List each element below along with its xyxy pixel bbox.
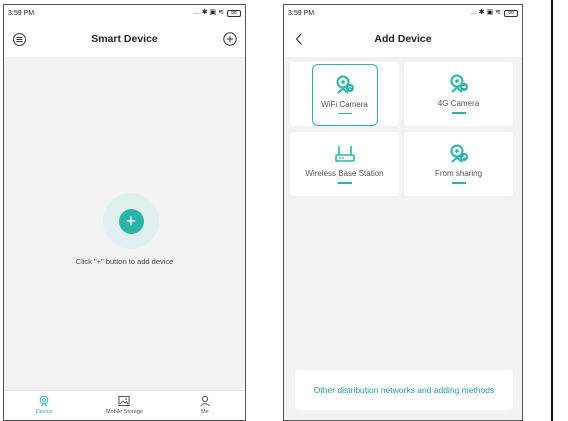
option-underline bbox=[451, 112, 466, 114]
header-bar: Smart Device bbox=[4, 21, 245, 57]
device-list-empty: + Click "+" button to add device bbox=[4, 57, 245, 390]
status-icons: ... ✱ ▣ ≋ 88 bbox=[471, 9, 518, 17]
page-title: Add Device bbox=[374, 33, 432, 45]
base-station-icon bbox=[334, 146, 355, 163]
battery-icon: 88 bbox=[504, 9, 518, 17]
option-underline bbox=[337, 112, 352, 115]
option-4g-camera[interactable]: 4G Camera bbox=[404, 62, 513, 126]
share-camera-icon bbox=[450, 144, 468, 163]
page-title: Smart Device bbox=[91, 33, 158, 45]
tab-mobile-storage[interactable]: Mobile Storage bbox=[94, 395, 154, 415]
person-icon bbox=[199, 395, 210, 407]
device-type-grid: WiFi Camera 4G Camera Wireless Base Stat… bbox=[290, 62, 518, 196]
status-indicators: ... ✱ ▣ ≋ bbox=[193, 9, 224, 16]
chevron-left-icon[interactable] bbox=[290, 30, 308, 48]
add-device-button[interactable]: + bbox=[118, 208, 144, 234]
tab-label: Mobile Storage bbox=[105, 409, 143, 415]
status-time: 3:59 PM bbox=[288, 9, 315, 17]
status-time: 3:59 PM bbox=[8, 9, 35, 17]
option-label: 4G Camera bbox=[437, 99, 480, 109]
other-methods-link[interactable]: Other distribution networks and adding m… bbox=[295, 370, 513, 410]
option-wireless-base-station[interactable]: Wireless Base Station bbox=[290, 132, 399, 196]
image-icon bbox=[118, 396, 130, 406]
bottom-tab-bar: Device Mobile Storage Me bbox=[4, 390, 245, 420]
option-wifi-camera-wrap: WiFi Camera bbox=[290, 62, 399, 126]
tab-device[interactable]: Device bbox=[14, 395, 74, 415]
status-icons: ... ✱ ▣ ≋ 88 bbox=[194, 9, 241, 17]
status-bar: 3:59 PM ... ✱ ▣ ≋ 88 bbox=[4, 5, 245, 21]
plus-circle-icon[interactable] bbox=[221, 30, 239, 48]
header-bar: Add Device bbox=[284, 21, 522, 57]
option-label: From sharing bbox=[434, 169, 483, 179]
status-bar: 3:59 PM ... ✱ ▣ ≋ 88 bbox=[284, 5, 522, 21]
smart-device-screen: 3:59 PM ... ✱ ▣ ≋ 88 Smart Device + Clic… bbox=[3, 4, 246, 421]
option-from-sharing[interactable]: From sharing bbox=[404, 132, 513, 196]
empty-state-hint: Click "+" button to add device bbox=[75, 257, 174, 266]
add-device-halo: + bbox=[103, 193, 159, 249]
header-spacer bbox=[498, 30, 516, 48]
option-label: WiFi Camera bbox=[321, 99, 368, 109]
wifi-camera-icon bbox=[336, 75, 354, 94]
camera-icon bbox=[39, 395, 49, 407]
right-edge-divider bbox=[551, 0, 553, 421]
option-wifi-camera[interactable]: WiFi Camera bbox=[311, 63, 378, 126]
tab-label: Device bbox=[35, 409, 53, 415]
4g-camera-icon bbox=[450, 74, 468, 93]
tab-me[interactable]: Me bbox=[175, 395, 235, 415]
menu-icon[interactable] bbox=[10, 30, 28, 48]
option-underline bbox=[451, 182, 466, 184]
option-underline bbox=[337, 182, 352, 184]
option-label: Wireless Base Station bbox=[305, 169, 384, 179]
tab-label: Me bbox=[200, 409, 209, 415]
battery-icon: 88 bbox=[227, 9, 241, 17]
status-indicators: ... ✱ ▣ ≋ bbox=[470, 9, 501, 16]
add-device-screen: 3:59 PM ... ✱ ▣ ≋ 88 Add Device WiFi Cam… bbox=[283, 4, 523, 421]
